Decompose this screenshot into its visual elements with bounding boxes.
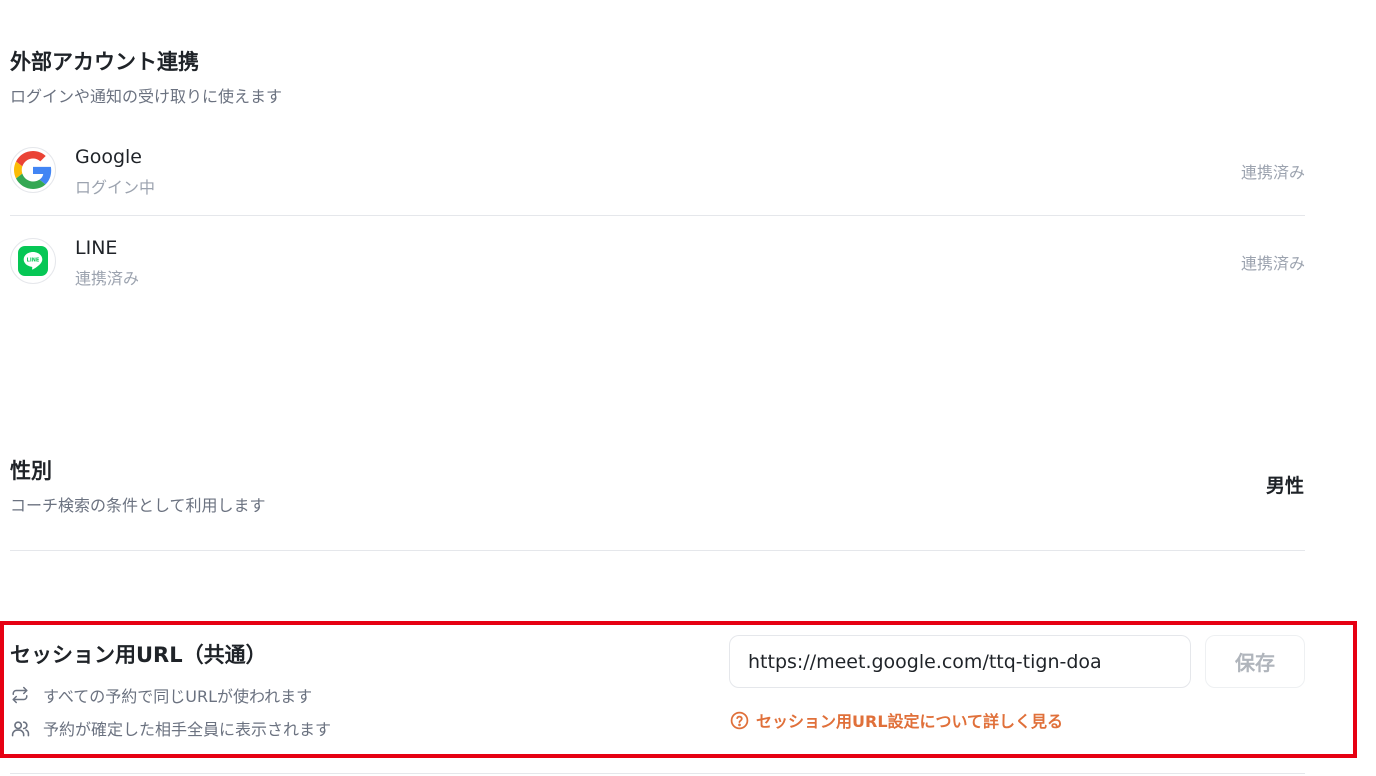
question-circle-icon — [730, 711, 749, 730]
session-url-input[interactable] — [729, 635, 1191, 688]
divider — [10, 550, 1305, 551]
account-link-status: 連携済み — [1240, 254, 1305, 273]
account-row-google: Google ログイン中 連携済み — [10, 146, 1305, 237]
session-note-visible-to-all: 予約が確定した相手全員に表示されます — [10, 716, 331, 740]
session-note-same-url: すべての予約で同じURLが使われます — [10, 683, 312, 707]
divider — [10, 215, 1305, 216]
line-logo-text: LINE — [27, 258, 40, 264]
google-icon — [10, 147, 56, 193]
repeat-icon — [10, 685, 30, 705]
divider — [10, 773, 1305, 774]
gender-title: 性別 — [10, 459, 52, 483]
session-url-help-link[interactable]: セッション用URL設定について詳しく見る — [730, 708, 1063, 732]
users-icon — [10, 718, 30, 738]
help-link-text: セッション用URL設定について詳しく見る — [756, 712, 1064, 731]
save-button[interactable]: 保存 — [1205, 635, 1305, 688]
session-note-text: すべての予約で同じURLが使われます — [43, 687, 313, 706]
line-icon: LINE — [10, 238, 56, 284]
account-link-status: 連携済み — [1240, 163, 1305, 182]
account-sub-status: ログイン中 — [75, 178, 156, 197]
external-accounts-title: 外部アカウント連携 — [10, 50, 199, 74]
session-note-text: 予約が確定した相手全員に表示されます — [43, 720, 332, 739]
session-url-title: セッション用URL（共通） — [10, 643, 267, 667]
external-accounts-description: ログインや通知の受け取りに使えます — [10, 87, 283, 106]
account-name: LINE — [75, 237, 118, 259]
account-name: Google — [75, 146, 143, 168]
gender-description: コーチ検索の条件として利用します — [10, 496, 266, 515]
gender-value[interactable]: 男性 — [1266, 471, 1304, 498]
account-row-line: LINE LINE 連携済み 連携済み — [10, 237, 1305, 328]
settings-page: 外部アカウント連携 ログインや通知の受け取りに使えます Google ログイン中… — [0, 0, 1376, 776]
account-sub-status: 連携済み — [75, 269, 140, 288]
